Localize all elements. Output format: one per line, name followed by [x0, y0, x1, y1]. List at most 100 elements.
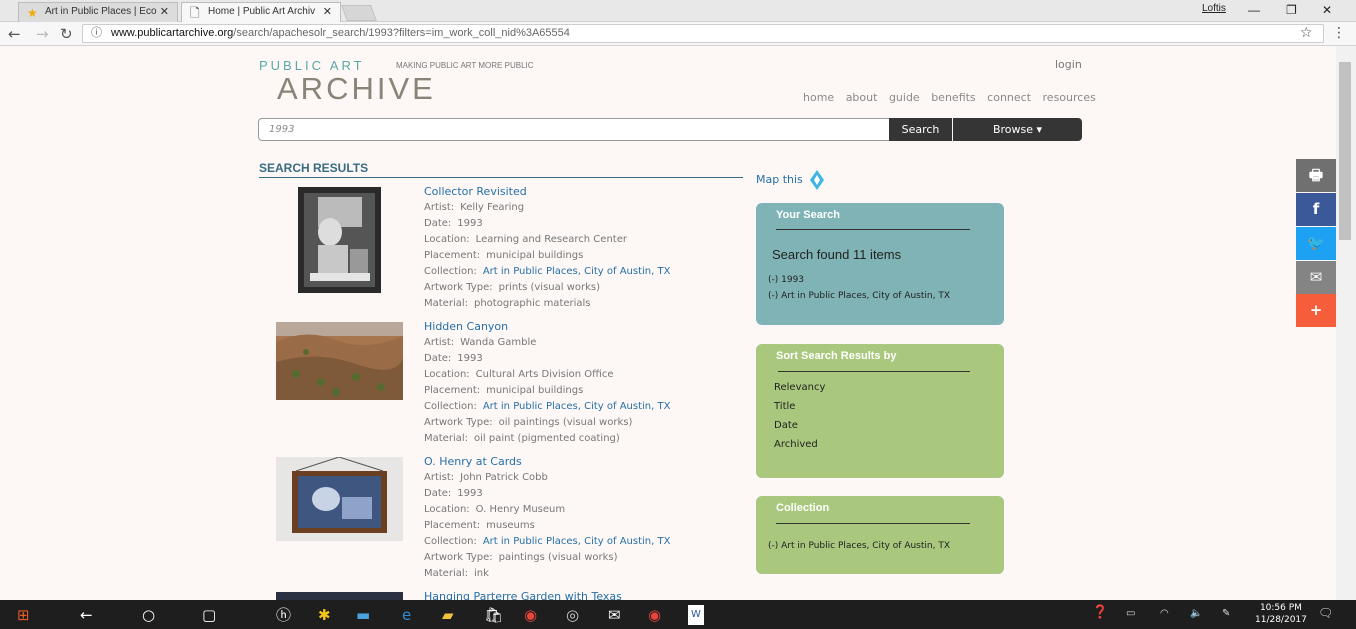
artwork-thumbnail[interactable] — [276, 592, 403, 600]
bookmark-star-icon[interactable]: ☆ — [1300, 25, 1313, 41]
artwork-thumbnail[interactable] — [276, 322, 403, 400]
back-icon[interactable]: ← — [8, 25, 21, 43]
result-collection: Collection: Art in Public Places, City of… — [424, 401, 670, 412]
photos-icon[interactable]: ✱ — [318, 605, 331, 625]
browse-button[interactable]: Browse ▾ — [953, 118, 1082, 141]
forward-icon[interactable]: → — [36, 25, 49, 43]
type-value: paintings (visual works) — [498, 552, 618, 563]
sort-archived[interactable]: Archived — [774, 439, 818, 450]
remove-filter-1993[interactable]: (-) 1993 — [768, 275, 804, 285]
word-icon[interactable]: W — [688, 605, 704, 625]
map-this-link[interactable]: Map this — [756, 173, 803, 186]
close-window-icon[interactable]: ✕ — [1322, 3, 1332, 17]
search-button[interactable]: Search — [889, 118, 952, 141]
logo-bottom[interactable]: ARCHIVE — [277, 71, 436, 107]
remove-collection-filter[interactable]: (-) Art in Public Places, City of Austin… — [768, 541, 950, 551]
material-label: Material: — [424, 568, 468, 579]
webcam-icon[interactable]: ◎ — [566, 605, 579, 625]
nav-home[interactable]: home — [803, 91, 834, 104]
location-value: Cultural Arts Division Office — [475, 369, 614, 380]
facebook-icon[interactable]: f — [1296, 193, 1336, 226]
result-collection: Collection: Art in Public Places, City of… — [424, 536, 670, 547]
edge-icon[interactable]: e — [402, 605, 411, 625]
date-label: Date: — [424, 353, 452, 364]
mail-app-icon[interactable]: ▬ — [356, 605, 370, 625]
reload-icon[interactable]: ↻ — [60, 25, 73, 43]
print-icon[interactable]: 🖶 — [1296, 159, 1336, 192]
back-icon[interactable]: ← — [80, 605, 93, 625]
location-value: O. Henry Museum — [475, 504, 566, 515]
collection-link[interactable]: Art in Public Places, City of Austin, TX — [483, 536, 671, 547]
help-icon[interactable]: ❓ — [1092, 605, 1108, 620]
wifi-icon[interactable]: ◠ — [1160, 608, 1169, 619]
menu-icon[interactable]: ⋮ — [1332, 25, 1346, 41]
url-field[interactable]: ⓘ www.publicartarchive.org/search/apache… — [82, 24, 1324, 43]
chrome-icon[interactable]: ◉ — [524, 605, 537, 625]
close-tab-icon[interactable]: ✕ — [323, 3, 332, 21]
placement-value: municipal buildings — [486, 385, 584, 396]
tab-public-art-archive[interactable]: 🗋 Home | Public Art Archiv ✕ — [181, 2, 341, 22]
date-value: 1993 — [457, 488, 483, 499]
scrollbar-thumb[interactable] — [1339, 62, 1351, 240]
battery-icon[interactable]: ▭ — [1126, 608, 1135, 619]
remove-filter-collection[interactable]: (-) Art in Public Places, City of Austin… — [768, 291, 950, 301]
sort-date[interactable]: Date — [774, 420, 798, 431]
date-label: Date: — [424, 488, 452, 499]
type-label: Artwork Type: — [424, 417, 493, 428]
collection-link[interactable]: Art in Public Places, City of Austin, TX — [483, 266, 671, 277]
type-value: oil paintings (visual works) — [498, 417, 633, 428]
result-item: O. Henry at Cards Artist: John Patrick Co… — [276, 455, 736, 585]
nav-guide[interactable]: guide — [889, 91, 920, 104]
date-label: Date: — [424, 218, 452, 229]
hp-icon[interactable]: ⓗ — [276, 605, 291, 625]
nav-connect[interactable]: connect — [987, 91, 1031, 104]
result-title[interactable]: Hanging Parterre Garden with Texas — [424, 590, 622, 600]
result-artist: Artist: Wanda Gamble — [424, 337, 536, 348]
minimize-icon[interactable]: — — [1248, 3, 1260, 17]
search-input[interactable]: 1993 — [258, 118, 890, 141]
window-user: Loftis — [1202, 3, 1226, 14]
divider — [776, 229, 970, 230]
login-link[interactable]: login — [1055, 58, 1082, 71]
store-icon[interactable]: 🛍 — [484, 605, 503, 625]
result-location: Location: Learning and Research Center — [424, 234, 627, 245]
chrome-active-icon[interactable]: ◉ — [648, 605, 661, 625]
clock[interactable]: 10:56 PM 11/28/2017 — [1255, 602, 1307, 626]
cortana-icon[interactable]: ○ — [142, 605, 155, 625]
result-title[interactable]: Hidden Canyon — [424, 320, 508, 333]
placement-value: museums — [486, 520, 535, 531]
file-explorer-icon[interactable]: ▰ — [442, 605, 454, 625]
result-material: Material: ink — [424, 568, 489, 579]
collection-heading: Collection — [776, 502, 830, 514]
result-date: Date: 1993 — [424, 218, 483, 229]
nav-about[interactable]: about — [846, 91, 878, 104]
email-icon[interactable]: ✉ — [1296, 261, 1336, 294]
task-view-icon[interactable]: ▢ — [202, 605, 216, 625]
artwork-thumbnail[interactable] — [276, 457, 403, 541]
twitter-icon[interactable]: 🐦 — [1296, 227, 1336, 260]
result-title[interactable]: O. Henry at Cards — [424, 455, 522, 468]
sort-relevancy[interactable]: Relevancy — [774, 382, 825, 393]
sort-heading: Sort Search Results by — [776, 350, 897, 362]
nav-resources[interactable]: resources — [1043, 91, 1096, 104]
volume-icon[interactable]: 🔈 — [1190, 608, 1202, 619]
clock-date: 11/28/2017 — [1255, 615, 1307, 625]
close-tab-icon[interactable]: ✕ — [160, 3, 169, 21]
tab-art-in-public-places[interactable]: ★ Art in Public Places | Eco ✕ — [18, 2, 178, 22]
map-pin-icon[interactable] — [810, 170, 824, 190]
pen-icon[interactable]: ✎ — [1222, 608, 1230, 619]
result-date: Date: 1993 — [424, 488, 483, 499]
result-title[interactable]: Collector Revisited — [424, 185, 527, 198]
result-type: Artwork Type: prints (visual works) — [424, 282, 600, 293]
plus-icon[interactable]: + — [1296, 294, 1336, 327]
info-icon[interactable]: ⓘ — [91, 25, 102, 42]
nav-benefits[interactable]: benefits — [931, 91, 975, 104]
sort-title[interactable]: Title — [774, 401, 795, 412]
new-tab-button[interactable] — [341, 5, 377, 21]
restore-icon[interactable]: ❐ — [1286, 3, 1297, 17]
collection-link[interactable]: Art in Public Places, City of Austin, TX — [483, 401, 671, 412]
notifications-icon[interactable]: 🗨 — [1318, 606, 1333, 620]
start-icon[interactable]: ⊞ — [17, 605, 30, 625]
artwork-thumbnail[interactable] — [298, 187, 381, 293]
envelope-icon[interactable]: ✉ — [608, 605, 621, 625]
